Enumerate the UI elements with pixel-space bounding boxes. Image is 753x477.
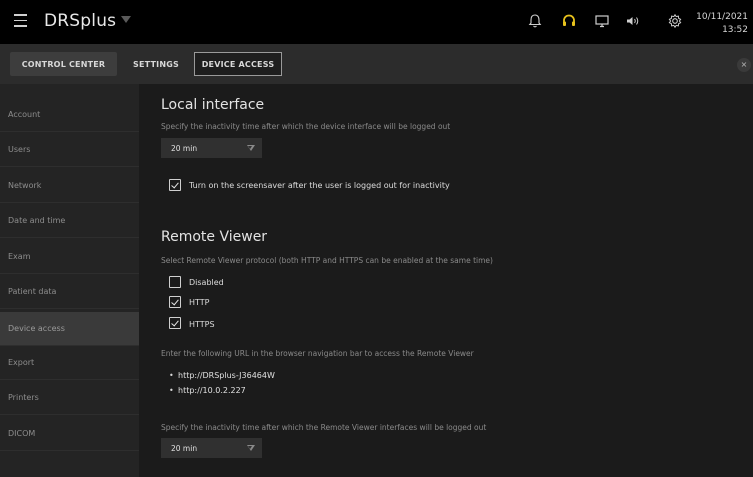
url-ip: http://10.0.2.227 xyxy=(169,386,246,395)
sidebar-item-patient-data[interactable]: Patient data xyxy=(0,275,139,309)
check-icon xyxy=(171,318,179,326)
remote-viewer-desc: Select Remote Viewer protocol (both HTTP… xyxy=(161,256,493,265)
sidebar-item-dicom[interactable]: DICOM xyxy=(0,417,139,451)
url-desc: Enter the following URL in the browser n… xyxy=(161,349,474,358)
sidebar-item-device-access[interactable]: Device access xyxy=(0,312,139,346)
clock: 10/11/2021 13:52 xyxy=(696,11,748,37)
screensaver-label: Turn on the screensaver after the user i… xyxy=(189,181,450,190)
check-icon xyxy=(171,297,179,305)
gear-icon[interactable] xyxy=(666,12,684,30)
disabled-label: Disabled xyxy=(189,278,224,287)
tab-device-access[interactable]: DEVICE ACCESS xyxy=(194,52,282,76)
clock-time: 13:52 xyxy=(722,25,748,35)
sidebar-item-network[interactable]: Network xyxy=(0,169,139,203)
http-label: HTTP xyxy=(189,298,210,307)
local-interface-desc: Specify the inactivity time after which … xyxy=(161,122,451,131)
sidebar-item-users[interactable]: Users xyxy=(0,133,139,167)
https-label: HTTPS xyxy=(189,320,215,329)
tab-control-center[interactable]: CONTROL CENTER xyxy=(10,52,117,76)
chevron-down-icon xyxy=(247,445,255,451)
https-checkbox[interactable] xyxy=(169,317,181,329)
hamburger-icon[interactable] xyxy=(14,14,27,27)
sidebar-item-date-and-time[interactable]: Date and time xyxy=(0,204,139,238)
sidebar-item-export[interactable]: Export xyxy=(0,346,139,380)
close-icon[interactable]: × xyxy=(737,58,751,72)
monitor-icon[interactable] xyxy=(593,12,611,30)
url-hostname: http://DRSplus-J36464W xyxy=(169,371,275,380)
tab-bar: CONTROL CENTER SETTINGS DEVICE ACCESS × xyxy=(0,44,753,84)
sidebar-item-account[interactable]: Account xyxy=(0,98,139,132)
local-timeout-select[interactable]: 20 min xyxy=(161,138,262,158)
top-bar: DRSplus 10/11/2021 13:52 xyxy=(0,0,753,44)
main-content: Local interface Specify the inactivity t… xyxy=(139,84,753,477)
sidebar-item-printers[interactable]: Printers xyxy=(0,381,139,415)
local-interface-title: Local interface xyxy=(161,97,265,113)
sidebar-item-exam[interactable]: Exam xyxy=(0,240,139,274)
speaker-icon[interactable] xyxy=(624,12,642,30)
app-title: DRSplus xyxy=(44,11,117,31)
http-checkbox[interactable] xyxy=(169,296,181,308)
sidebar: Account Users Network Date and time Exam… xyxy=(0,84,139,477)
check-icon xyxy=(171,180,179,188)
remote-timeout-desc: Specify the inactivity time after which … xyxy=(161,423,487,432)
screensaver-checkbox[interactable] xyxy=(169,179,181,191)
chevron-down-icon[interactable] xyxy=(121,16,131,23)
clock-date: 10/11/2021 xyxy=(696,12,748,22)
bell-icon[interactable] xyxy=(526,12,544,30)
headset-icon[interactable] xyxy=(560,12,578,30)
tab-settings[interactable]: SETTINGS xyxy=(125,52,187,76)
remote-viewer-title: Remote Viewer xyxy=(161,229,268,245)
local-timeout-value: 20 min xyxy=(171,144,198,153)
remote-timeout-value: 20 min xyxy=(171,444,198,453)
chevron-down-icon xyxy=(247,145,255,151)
disabled-checkbox[interactable] xyxy=(169,276,181,288)
remote-timeout-select[interactable]: 20 min xyxy=(161,438,262,458)
